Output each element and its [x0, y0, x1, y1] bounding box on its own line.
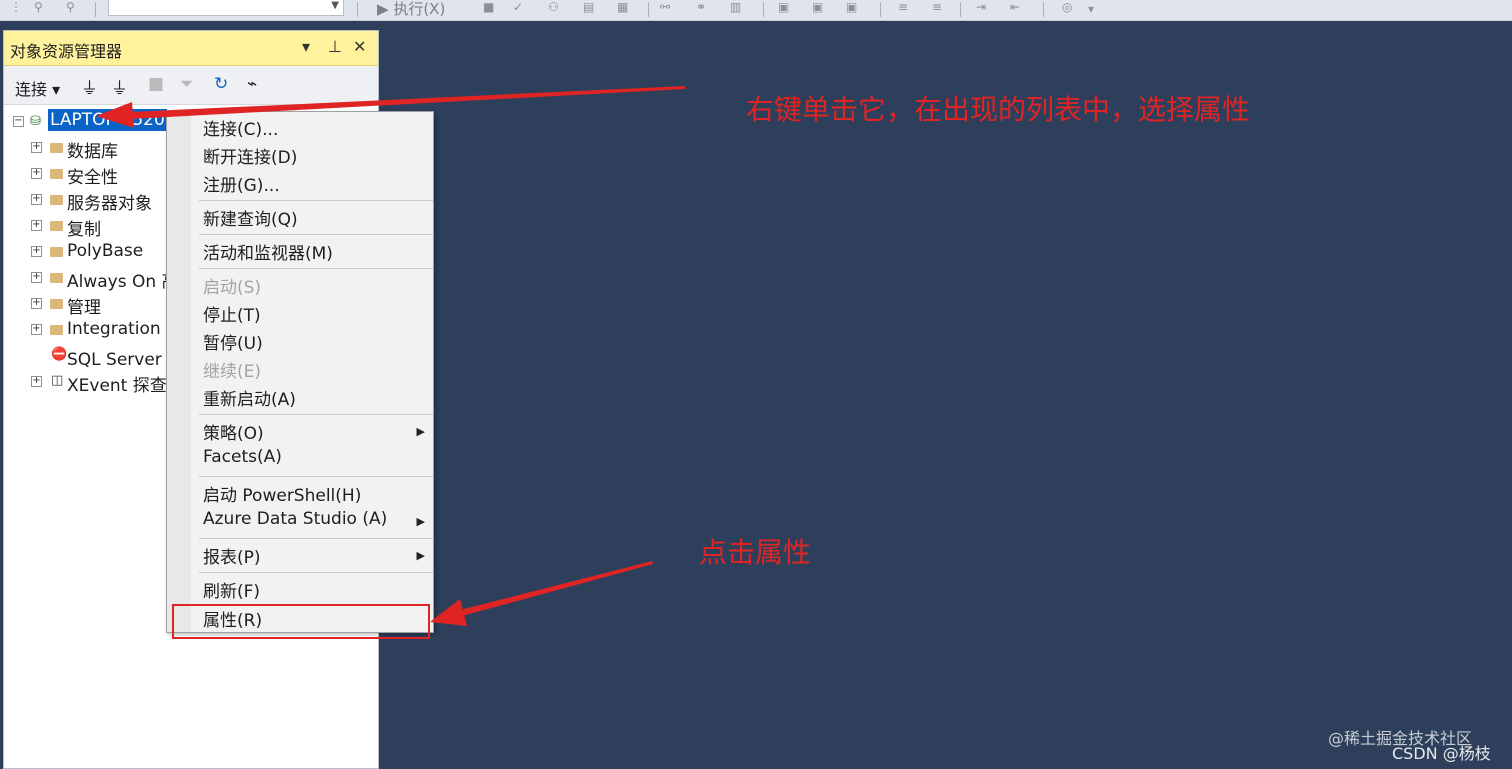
watermark-csdn: CSDN @杨枝 [1392, 744, 1491, 763]
arrow-to-root-node [130, 86, 685, 119]
arrow-to-properties [460, 561, 653, 616]
arrowhead-root [96, 102, 134, 128]
annotation-top-note: 右键单击它，在出现的列表中，选择属性 [746, 93, 1251, 126]
annotation-bottom-note: 点击属性 [699, 536, 812, 569]
arrowhead-properties [430, 599, 467, 626]
